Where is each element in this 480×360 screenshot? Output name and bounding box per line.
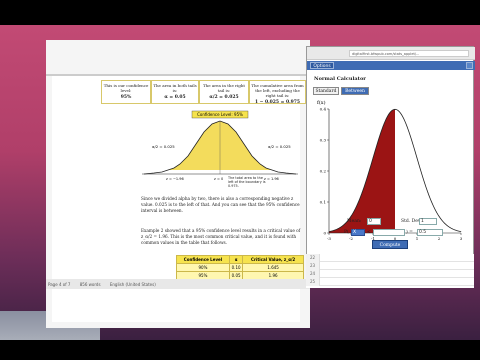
y-axis-label: f(x) <box>317 99 326 106</box>
shaded-area <box>329 109 395 233</box>
calculator-window: digitalfirst.bfwpub.com/stats_applet/...… <box>306 46 475 288</box>
data-point <box>361 192 363 193</box>
z-left-label: z = −1.96 <box>166 177 184 181</box>
status-words: 856 words <box>79 282 101 287</box>
z-mid-label: z = 0 <box>214 177 223 181</box>
calculator-title: Normal Calculator <box>314 76 366 82</box>
bell-curve-figure: Confidence Level: 95% α/2 = 0.025 α/2 = … <box>142 110 298 188</box>
data-point <box>339 227 341 228</box>
data-point <box>460 231 462 233</box>
sheet-row: 22 <box>306 254 474 262</box>
table-header: Critical Value, z_α/2 <box>242 255 304 264</box>
paragraph-1: Since we divided alpha by two, there is … <box>141 196 300 213</box>
y-tick-label: 0 <box>323 231 326 236</box>
data-point <box>394 109 396 110</box>
sd-input[interactable]: 1 <box>419 218 437 225</box>
table-row: Confidence Level α Critical Value, z_α/2 <box>176 255 304 264</box>
table-header: α <box>228 255 244 264</box>
data-point <box>372 157 374 159</box>
x-tick-label: 1 <box>416 236 419 241</box>
url-bar[interactable]: digitalfirst.bfwpub.com/stats_applet/... <box>349 50 469 57</box>
data-point <box>383 123 385 125</box>
screen: This is our confidence level: 95% The are… <box>0 0 480 360</box>
sheet-row: 25 <box>306 278 474 286</box>
right-tail-label: α/2 = 0.025 <box>268 144 291 149</box>
x-tick-label: 2 <box>438 236 441 241</box>
status-language: English (United States) <box>109 282 156 287</box>
sheet-row: 23 <box>306 262 474 270</box>
variable-select[interactable]: X <box>351 229 365 236</box>
mean-label: Mean: <box>347 219 362 224</box>
confidence-table: This is our confidence level: 95% The are… <box>101 80 306 105</box>
prob-suffix: ) = <box>406 230 413 235</box>
y-tick-label: 0.4 <box>320 107 327 112</box>
table-cell: The cumulative area from the left, exclu… <box>249 80 306 105</box>
conf-label: Confidence Level: 95% <box>197 112 243 117</box>
paragraph-2: Example 2 showed that a 95% confidence l… <box>141 228 301 245</box>
table-row: 90% 0.10 1.645 <box>176 263 304 272</box>
tab-between[interactable]: Between <box>341 87 369 95</box>
table-header: Confidence Level <box>176 255 230 264</box>
prob-result-field[interactable]: 0.5 <box>417 229 443 236</box>
close-icon[interactable] <box>466 62 473 69</box>
compute-button[interactable]: Compute <box>372 240 408 249</box>
table-cell: 90% <box>176 263 230 272</box>
table-cell: 1.645 <box>242 263 304 272</box>
options-bar: Options <box>307 61 475 70</box>
y-tick-label: 0.1 <box>320 200 326 205</box>
left-tail-label: α/2 = 0.025 <box>152 144 175 149</box>
mean-input[interactable]: 0 <box>367 218 381 225</box>
tab-standard[interactable]: Standard <box>313 87 339 95</box>
y-tick-label: 0.2 <box>320 169 327 174</box>
x-tick-label: -3 <box>327 236 331 241</box>
status-page: Page 4 of 7 <box>48 282 71 287</box>
operator-label: < <box>367 230 371 235</box>
prob-value-input[interactable] <box>373 229 405 236</box>
callout-text: The total area to the left of the bounda… <box>228 176 266 188</box>
table-cell: The area in both tails is: α = 0.05 <box>151 80 199 104</box>
status-bar: Page 4 of 7 856 words English (United St… <box>46 279 310 289</box>
options-button[interactable]: Options <box>310 62 334 69</box>
data-point <box>449 227 451 228</box>
data-point <box>350 215 352 217</box>
x-tick-label: -2 <box>349 236 353 241</box>
spreadsheet-area: 22 23 24 25 <box>306 254 474 288</box>
prob-prefix: P( <box>344 230 349 235</box>
data-point <box>416 157 418 159</box>
data-point <box>427 192 429 193</box>
x-tick-label: 3 <box>460 236 463 241</box>
y-tick-label: 0.3 <box>320 138 327 143</box>
browser-chrome: digitalfirst.bfwpub.com/stats_applet/... <box>307 47 475 66</box>
data-point <box>405 123 407 125</box>
table-cell: 0.10 <box>228 263 244 272</box>
table-cell: This is our confidence level: 95% <box>101 80 151 104</box>
data-point <box>438 215 440 217</box>
table-cell: The area in the right tail is: α/2 = 0.02… <box>199 80 249 104</box>
normal-distribution-plot: f(x) z 0.40.30.20.10-3-2-10123 <box>317 99 463 245</box>
sheet-row: 24 <box>306 270 474 278</box>
